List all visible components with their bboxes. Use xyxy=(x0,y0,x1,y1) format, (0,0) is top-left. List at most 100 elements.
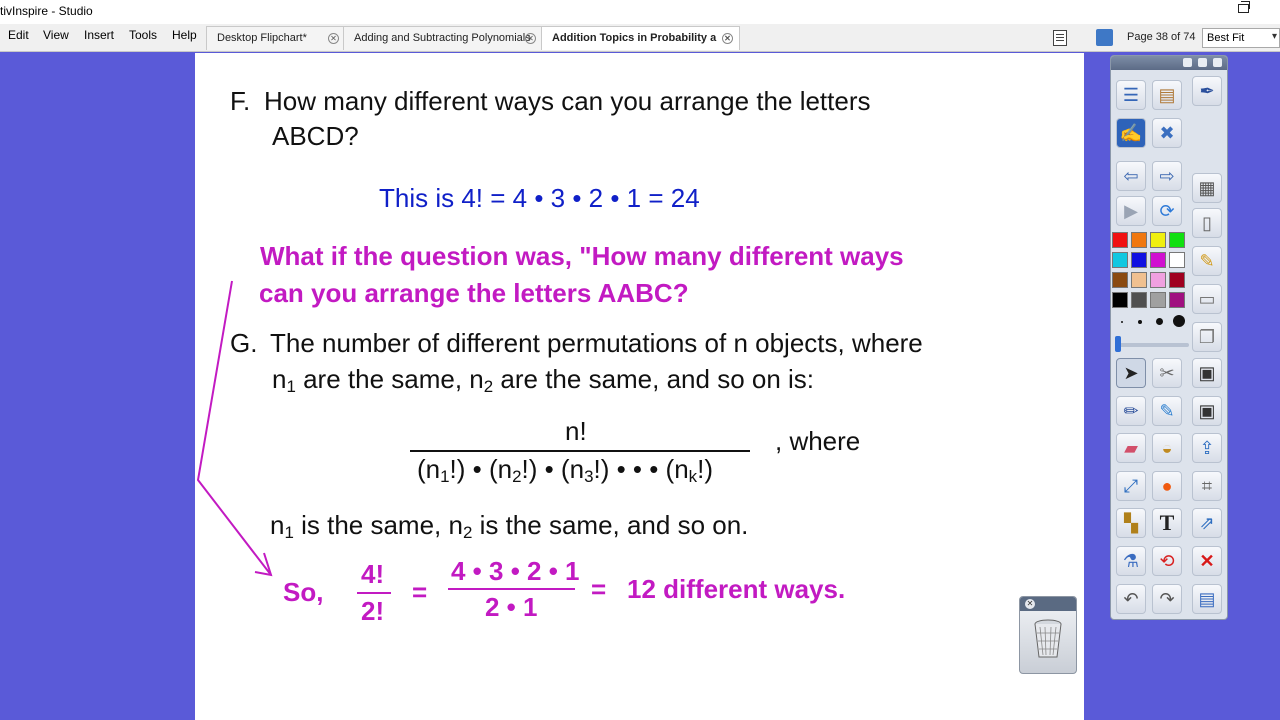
arrow-right-icon: ⇨ xyxy=(1159,166,1175,186)
page-copy-button[interactable]: ▭ xyxy=(1192,284,1222,314)
trash-can[interactable]: ✕ xyxy=(1019,596,1077,674)
highlighter-button[interactable]: ✎ xyxy=(1192,246,1222,276)
main-menu-button[interactable]: ☰ xyxy=(1116,80,1146,110)
annotation-arrow[interactable] xyxy=(195,53,315,613)
conclusion-eq1: = xyxy=(412,577,428,607)
shape-tool-button[interactable]: ● xyxy=(1152,471,1182,501)
menu-edit[interactable]: Edit xyxy=(8,28,29,42)
close-flipchart-button[interactable]: ✕ xyxy=(1192,546,1222,576)
color-swatch[interactable] xyxy=(1131,292,1147,308)
pen-size-2[interactable] xyxy=(1138,320,1142,324)
close-icon: ✕ xyxy=(1199,551,1215,571)
close-icon[interactable]: ✕ xyxy=(328,33,339,44)
clear-tool-button[interactable]: ⚗ xyxy=(1116,546,1146,576)
fill-tool-button[interactable]: ◒ xyxy=(1152,433,1182,463)
redo-button[interactable]: ↷ xyxy=(1152,584,1182,614)
tab-adding-subtracting-polynomials[interactable]: Adding and Subtracting Polynomials ✕ xyxy=(343,26,543,50)
reset-page-button[interactable]: ⟳ xyxy=(1152,196,1182,226)
main-toolbox[interactable]: ☰ ▤ ✒ ✍ ✖ ⇦ ⇨ ▦ ▶ ⟳ ▯ ✎ ▭ ❐ ➤ ✂ ▣ ✏ ✎ ▣ … xyxy=(1110,55,1228,620)
select-tool-button[interactable]: ➤ xyxy=(1116,358,1146,388)
save-as-button[interactable]: ▣ xyxy=(1192,396,1222,426)
undo-icon: ↶ xyxy=(1123,589,1139,609)
color-swatch[interactable] xyxy=(1112,232,1128,248)
tab-desktop-flipchart[interactable]: Desktop Flipchart* ✕ xyxy=(206,26,346,50)
play-button[interactable]: ▶ xyxy=(1116,196,1146,226)
restore-window-button[interactable] xyxy=(1238,1,1250,13)
clapper-icon: ▚ xyxy=(1124,513,1138,533)
toolbox-menu-icon[interactable] xyxy=(1183,58,1192,67)
media-tool-button[interactable]: ▚ xyxy=(1116,508,1146,538)
title-bar: tivInspire - Studio xyxy=(0,0,1280,24)
color-swatch[interactable] xyxy=(1131,232,1147,248)
color-swatch[interactable] xyxy=(1131,272,1147,288)
pen-size-1[interactable] xyxy=(1121,321,1123,323)
connector-tool-button[interactable]: ⤢ xyxy=(1116,471,1146,501)
save-button[interactable]: ▣ xyxy=(1192,358,1222,388)
color-swatch[interactable] xyxy=(1150,292,1166,308)
color-swatch[interactable] xyxy=(1112,272,1128,288)
question-f-line1: How many different ways can you arrange … xyxy=(264,86,871,116)
floppy-icon: ▣ xyxy=(1198,363,1216,383)
color-swatch[interactable] xyxy=(1169,252,1185,268)
color-swatch[interactable] xyxy=(1169,232,1185,248)
pen-mode-icon: ✒ xyxy=(1199,81,1215,101)
calculator-button[interactable]: ▦ xyxy=(1192,173,1222,203)
highlighter-tool-button[interactable]: ✎ xyxy=(1152,396,1182,426)
browsers-button[interactable]: ▤ xyxy=(1152,80,1182,110)
zoom-select[interactable]: Best Fit ▾ xyxy=(1202,28,1280,48)
pen-mode-button[interactable]: ✒ xyxy=(1192,76,1222,106)
pen-size-3[interactable] xyxy=(1156,318,1163,325)
toolbox-header[interactable] xyxy=(1111,56,1227,70)
tools-cross-icon: ✖ xyxy=(1159,123,1175,143)
toolbox-settings-icon[interactable] xyxy=(1198,58,1207,67)
pen-width-slider[interactable] xyxy=(1117,343,1189,347)
color-swatch[interactable] xyxy=(1112,252,1128,268)
previous-page-button[interactable]: ⇦ xyxy=(1116,161,1146,191)
desktop-tools-button[interactable]: ✖ xyxy=(1152,118,1182,148)
duplicate-page-button[interactable]: ❐ xyxy=(1192,322,1222,352)
connector-icon: ⤢ xyxy=(1123,476,1139,496)
color-swatch[interactable] xyxy=(1112,292,1128,308)
desktop-annotate-button[interactable]: ✍ xyxy=(1116,118,1146,148)
color-swatch[interactable] xyxy=(1169,292,1185,308)
text-tool-button[interactable]: T xyxy=(1152,508,1182,538)
link-tool-button[interactable]: ⇗ xyxy=(1192,508,1222,538)
color-swatch[interactable] xyxy=(1150,272,1166,288)
next-page-button[interactable]: ⇨ xyxy=(1152,161,1182,191)
page-thumbnail-icon[interactable] xyxy=(1096,29,1113,46)
pen-size-4[interactable] xyxy=(1173,315,1185,327)
flipchart-page[interactable]: F. How many different ways can you arran… xyxy=(195,53,1084,720)
conclusion-frac1-bar xyxy=(357,592,391,594)
menu-view[interactable]: View xyxy=(43,28,69,42)
dual-user-button[interactable]: ▯ xyxy=(1192,208,1222,238)
grid-tool-button[interactable]: ⌗ xyxy=(1192,471,1222,501)
arrow-left-icon: ⇦ xyxy=(1123,166,1139,186)
undo-button[interactable]: ↶ xyxy=(1116,584,1146,614)
link-icon: ⇗ xyxy=(1199,513,1215,533)
page-browser-icon[interactable] xyxy=(1053,30,1067,46)
tab-addition-topics-probability[interactable]: Addition Topics in Probability a ✕ xyxy=(541,26,740,50)
clipboard-icon: ▤ xyxy=(1198,589,1216,609)
tools-button[interactable]: ✂ xyxy=(1152,358,1182,388)
color-swatch[interactable] xyxy=(1169,272,1185,288)
close-icon[interactable]: ✕ xyxy=(722,33,733,44)
eraser-tool-button[interactable]: ▰ xyxy=(1116,433,1146,463)
menu-tools[interactable]: Tools xyxy=(129,28,157,42)
formula-where: , where xyxy=(775,426,861,456)
menu-help[interactable]: Help xyxy=(172,28,197,42)
color-swatch[interactable] xyxy=(1150,232,1166,248)
color-swatch[interactable] xyxy=(1150,252,1166,268)
close-icon[interactable]: ✕ xyxy=(525,33,536,44)
pen-tool-button[interactable]: ✏ xyxy=(1116,396,1146,426)
what-if-line1: What if the question was, "How many diff… xyxy=(260,241,904,271)
color-swatch[interactable] xyxy=(1131,252,1147,268)
formula-fraction-bar xyxy=(410,450,750,452)
toolbox-close-icon[interactable] xyxy=(1213,58,1222,67)
paste-button[interactable]: ▤ xyxy=(1192,584,1222,614)
reset-tool-button[interactable]: ⟲ xyxy=(1152,546,1182,576)
export-button[interactable]: ⇪ xyxy=(1192,433,1222,463)
highlighter-icon: ✎ xyxy=(1199,251,1215,271)
close-icon[interactable]: ✕ xyxy=(1025,599,1035,609)
pen-width-slider-thumb[interactable] xyxy=(1115,336,1121,352)
menu-insert[interactable]: Insert xyxy=(84,28,114,42)
